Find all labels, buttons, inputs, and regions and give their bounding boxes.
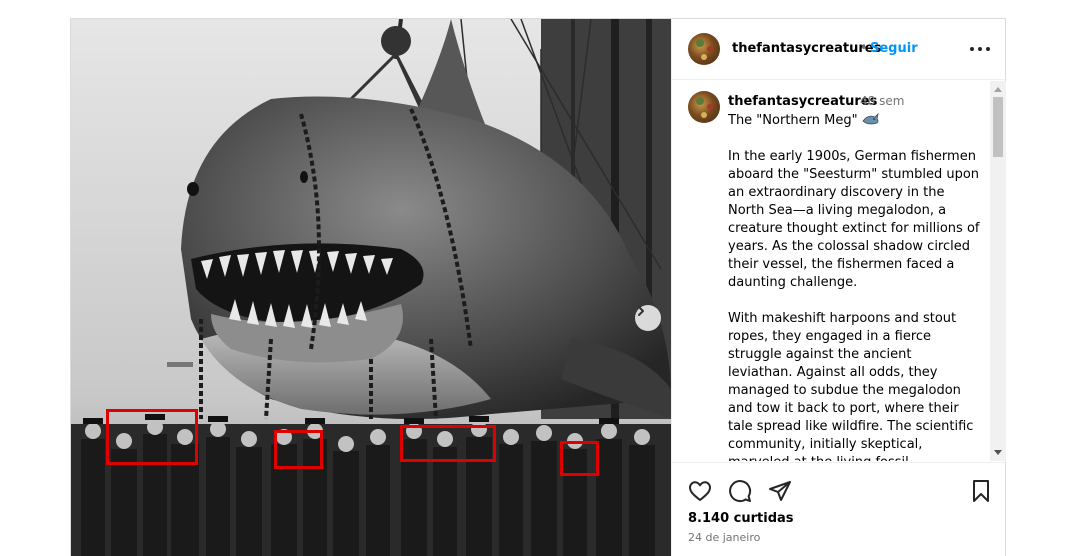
highlight-box [106,409,198,465]
post-sidebar: thefantasycreatures • Seguir thefantasyc… [671,19,1007,556]
author-username[interactable]: thefantasycreatures [732,41,881,56]
caption-avatar[interactable] [688,91,720,123]
caption-paragraph: With makeshift harpoons and stout ropes,… [728,311,974,461]
highlight-box [274,430,323,469]
caption-username[interactable]: thefantasycreatures [728,94,877,109]
highlight-box [560,441,599,476]
follow-button[interactable]: Seguir [870,41,918,56]
shark-emoji [862,112,879,125]
highlight-box [400,425,496,462]
post-image[interactable] [71,19,671,556]
scrollbar-thumb[interactable] [993,97,1003,157]
post-date[interactable]: 24 de janeiro [688,531,760,544]
like-count[interactable]: 8.140 curtidas [688,511,794,526]
caption-title: The "Northern Meg" [728,113,858,128]
comment-icon[interactable] [728,479,752,503]
caption-scrollbar[interactable] [990,81,1006,461]
scroll-up-arrow-icon[interactable] [994,87,1002,92]
bookmark-icon[interactable] [969,479,993,503]
post-header: thefantasycreatures • Seguir [672,19,1007,80]
next-image-button[interactable] [635,305,661,331]
separator-dot: • [860,41,868,56]
caption-text: The "Northern Meg" In the early 1900s, G… [728,112,980,461]
heart-icon[interactable] [688,479,712,503]
caption-timestamp[interactable]: 48 sem [860,94,904,108]
scroll-down-arrow-icon[interactable] [994,450,1002,455]
chevron-right-icon [638,306,644,316]
caption-area: thefantasycreatures 48 sem The "Northern… [672,81,992,461]
caption-paragraph: In the early 1900s, German fishermen abo… [728,149,980,290]
instagram-post: thefantasycreatures • Seguir thefantasyc… [70,18,1007,556]
author-avatar[interactable] [688,33,720,65]
post-actions: 8.140 curtidas 24 de janeiro [672,462,1007,556]
send-icon[interactable] [768,479,792,503]
more-options-icon[interactable] [970,41,990,57]
